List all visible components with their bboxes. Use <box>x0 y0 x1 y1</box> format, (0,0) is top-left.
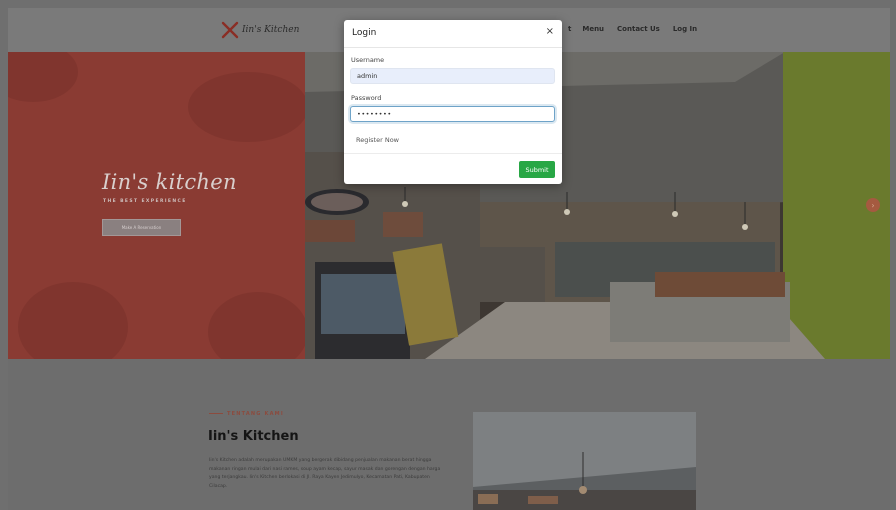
carousel-next-icon[interactable]: › <box>866 198 880 212</box>
decorative-pattern <box>8 52 78 102</box>
nav-link-partial[interactable]: t <box>568 25 571 33</box>
modal-title: Login <box>352 28 377 38</box>
username-label: Username <box>351 56 385 64</box>
crossed-utensils-icon <box>221 21 239 39</box>
about-section: TENTANG KAMI Iin's Kitchen Iin's Kitchen… <box>8 359 890 510</box>
restaurant-photo <box>473 412 696 510</box>
nav-link-menu[interactable]: Menu <box>582 25 604 33</box>
brand-name: Iin's Kitchen <box>242 25 300 35</box>
reservation-button[interactable]: Make A Reservation <box>102 219 181 236</box>
register-now-link[interactable]: Register Now <box>356 136 399 144</box>
nav-links: t Menu Contact Us Log In <box>568 25 697 33</box>
modal-divider <box>344 153 562 154</box>
close-icon[interactable]: × <box>546 26 554 37</box>
password-input[interactable]: •••••••• <box>350 106 555 122</box>
about-paragraph: Iin's Kitchen adalah merupakan UMKM yang… <box>209 458 441 489</box>
submit-button[interactable]: Submit <box>519 161 555 178</box>
login-modal: Login × Username admin Password ••••••••… <box>344 20 562 184</box>
username-input[interactable]: admin <box>350 68 555 84</box>
hero-subtitle: THE BEST EXPERIENCE <box>103 199 187 204</box>
brand-logo[interactable]: Iin's Kitchen <box>220 20 299 40</box>
page: Iin's Kitchen t Menu Contact Us Log In I… <box>0 0 896 510</box>
decorative-pattern <box>18 282 128 359</box>
about-eyebrow: TENTANG KAMI <box>209 411 284 417</box>
about-title: Iin's Kitchen <box>208 429 299 444</box>
modal-header: Login × <box>344 20 562 48</box>
hero-title: Iin's kitchen <box>102 170 237 194</box>
nav-link-contact[interactable]: Contact Us <box>617 25 660 33</box>
hero-red-panel: Iin's kitchen THE BEST EXPERIENCE Make A… <box>8 52 305 359</box>
decorative-pattern <box>208 292 305 359</box>
nav-link-login[interactable]: Log In <box>673 25 697 33</box>
decorative-pattern <box>188 72 305 142</box>
password-label: Password <box>351 94 382 102</box>
